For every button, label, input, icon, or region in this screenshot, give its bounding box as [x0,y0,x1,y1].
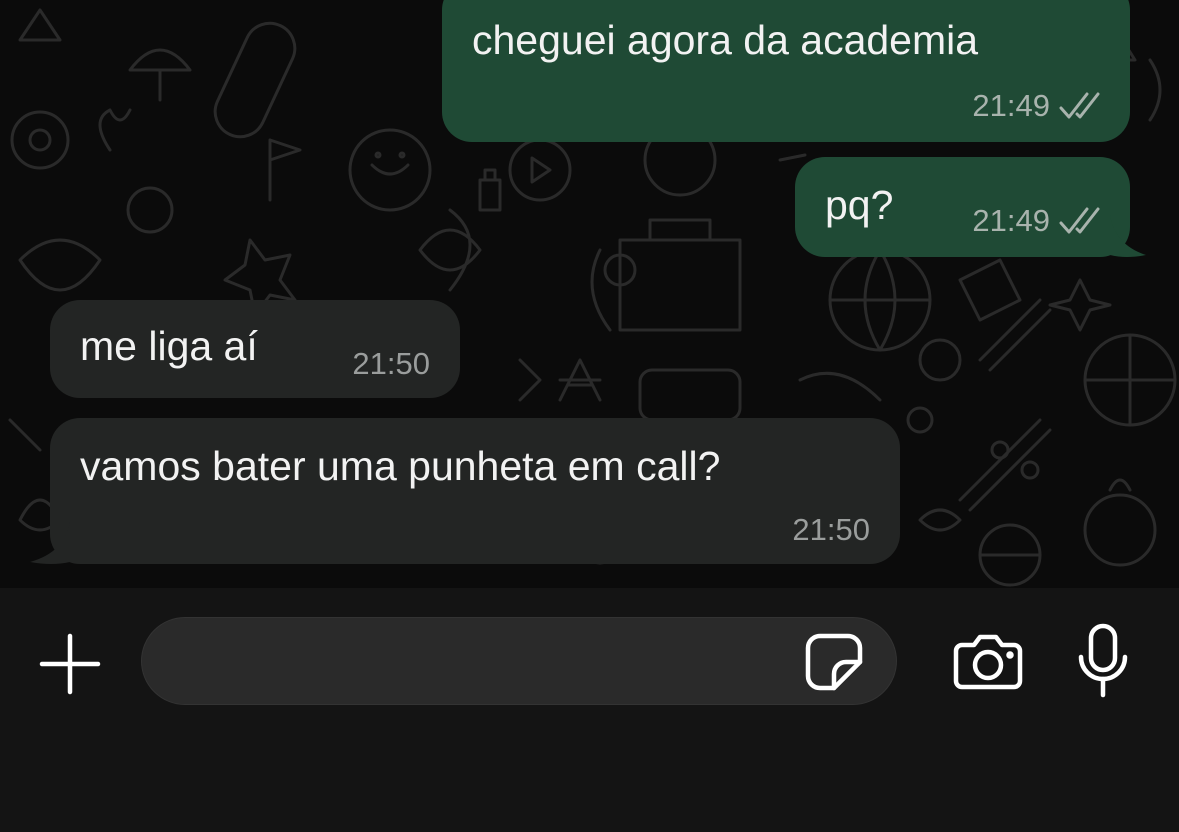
message-bubble-incoming[interactable]: me liga aí 21:50 [50,300,460,398]
message-text: cheguei agora da academia [472,17,979,63]
message-bubble-outgoing[interactable]: pq? 21:49 [795,157,1130,257]
composer-bar [0,588,1179,832]
camera-button[interactable] [946,626,1030,698]
message-list[interactable]: cheguei agora da academia 21:49 pq? 21:4… [0,0,1179,588]
message-bubble-incoming[interactable]: vamos bater uma punheta em call? 21:50 [50,418,900,564]
message-meta: 21:49 [972,88,1104,124]
bubble-tail [1110,215,1146,257]
message-input[interactable] [141,617,897,705]
sticker-button[interactable] [800,628,868,696]
message-time: 21:50 [792,512,870,547]
microphone-icon [1078,623,1128,698]
message-meta: 21:49 [972,203,1104,239]
sticker-icon [805,633,863,691]
message-time: 21:49 [972,203,1050,238]
double-check-icon [1059,92,1100,119]
chat-screen: cheguei agora da academia 21:49 pq? 21:4… [0,0,1179,832]
message-text: vamos bater uma punheta em call? [80,443,721,489]
camera-icon [953,634,1023,690]
bubble-tail [30,522,70,564]
plus-icon [39,633,101,695]
message-time: 21:49 [972,88,1050,123]
message-text: me liga aí [80,323,258,369]
voice-message-button[interactable] [1070,618,1136,704]
attach-button[interactable] [34,628,106,700]
double-check-icon [1059,207,1100,234]
message-text: pq? [825,182,894,228]
message-bubble-outgoing[interactable]: cheguei agora da academia 21:49 [442,0,1130,142]
message-time: 21:50 [352,346,430,381]
